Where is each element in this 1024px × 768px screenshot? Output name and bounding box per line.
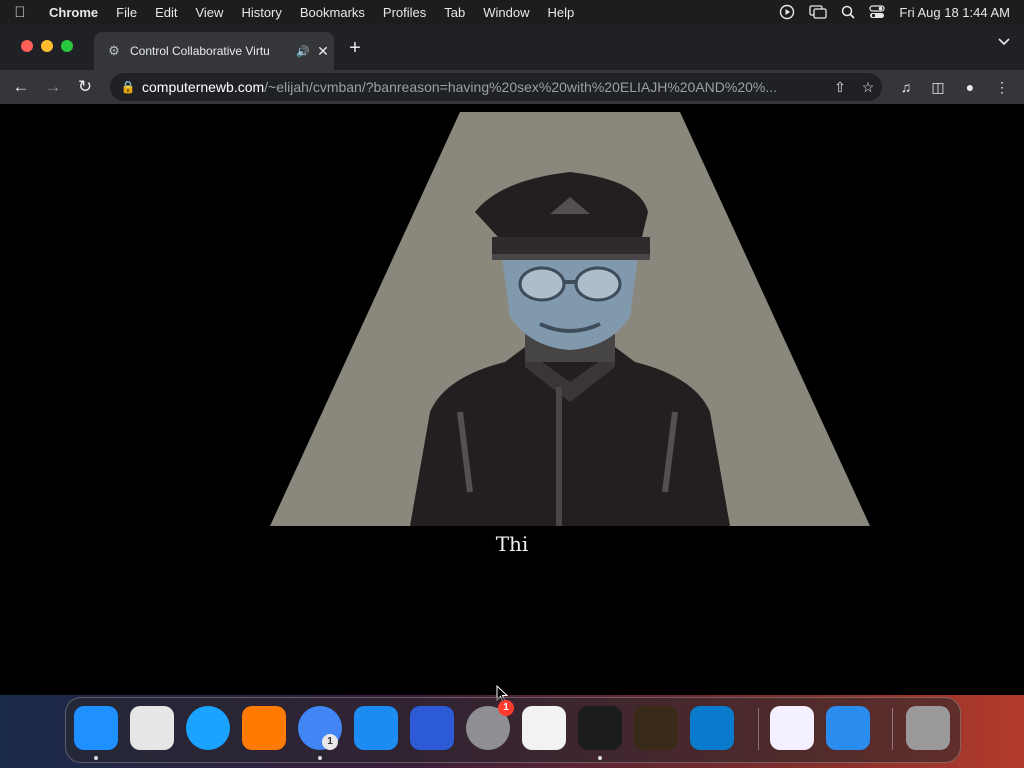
system-settings-notification-badge: 1 (498, 700, 514, 716)
vscode-icon[interactable] (690, 706, 734, 750)
chrome-menu-icon[interactable]: ⋮ (992, 77, 1012, 97)
garageband-icon[interactable] (634, 706, 678, 750)
textedit-icon[interactable] (522, 706, 566, 750)
zoom-window-button[interactable] (61, 40, 73, 52)
url-host: computernewb.com (142, 79, 265, 95)
menu-tab[interactable]: Tab (435, 5, 474, 20)
dock: 11 (65, 697, 961, 763)
menu-profiles[interactable]: Profiles (374, 5, 435, 20)
tab-close-icon[interactable]: ✕ (312, 43, 334, 60)
menu-history[interactable]: History (232, 5, 290, 20)
menu-bar-clock[interactable]: Fri Aug 18 1:44 AM (899, 5, 1010, 20)
running-app-indicator (318, 756, 322, 760)
menu-bookmarks[interactable]: Bookmarks (291, 5, 374, 20)
running-app-indicator (598, 756, 602, 760)
app-store-icon[interactable] (354, 706, 398, 750)
control-center-icon[interactable] (869, 5, 886, 19)
tab-favicon-icon: ⚙ (108, 43, 120, 58)
share-icon[interactable]: ⇧ (826, 79, 854, 96)
spotlight-search-icon[interactable] (841, 5, 855, 19)
menu-app-name[interactable]: Chrome (40, 5, 107, 20)
trash-icon[interactable] (906, 706, 950, 750)
minimize-window-button[interactable] (41, 40, 53, 52)
firefox-icon[interactable] (242, 706, 286, 750)
dock-separator (892, 708, 893, 750)
web-page-content: Thi (0, 104, 1024, 703)
menu-file[interactable]: File (107, 5, 146, 20)
menu-bar:  Chrome File Edit View History Bookmark… (0, 0, 1024, 24)
screen-record-icon[interactable] (779, 4, 795, 20)
menu-window[interactable]: Window (474, 5, 538, 20)
running-app-indicator (94, 756, 98, 760)
address-bar[interactable]: 🔒 computernewb.com/~elijah/cvmban/?banre… (110, 73, 882, 101)
dialogue-caption: Thi (495, 532, 529, 556)
weather-icon[interactable] (826, 706, 870, 750)
back-arrow-icon[interactable]: ← (10, 76, 32, 98)
safari-icon[interactable] (186, 706, 230, 750)
remote-desktop-icon[interactable] (410, 706, 454, 750)
profile-avatar-icon[interactable]: ● (960, 77, 980, 97)
close-window-button[interactable] (21, 40, 33, 52)
finder-icon[interactable] (74, 706, 118, 750)
new-tab-button[interactable]: + (344, 37, 366, 60)
terminal-icon[interactable] (578, 706, 622, 750)
apple-menu-icon[interactable]:  (0, 4, 40, 21)
screen-mirroring-icon[interactable] (809, 5, 828, 19)
tab-audio-playing-icon[interactable]: 🔊 (294, 45, 312, 58)
tab-title: Control Collaborative Virtu (130, 44, 270, 58)
reload-icon[interactable]: ↻ (74, 76, 96, 98)
menu-edit[interactable]: Edit (146, 5, 186, 20)
browser-toolbar: ← → ↻ 🔒 computernewb.com/~elijah/cvmban/… (0, 70, 1024, 104)
tab-search-chevron-icon[interactable] (998, 38, 1010, 46)
chrome-window: ⚙ Control Collaborative Virtu 🔊 ✕ + ← → … (0, 24, 1024, 703)
lock-icon[interactable]: 🔒 (120, 80, 136, 94)
launchpad-icon[interactable] (130, 706, 174, 750)
browser-tab-active[interactable]: ⚙ Control Collaborative Virtu 🔊 ✕ (94, 32, 334, 70)
url-text[interactable]: computernewb.com/~elijah/cvmban/?banreas… (142, 79, 826, 95)
dock-separator (758, 708, 759, 750)
visual-studio-icon[interactable] (770, 706, 814, 750)
bookmark-star-icon[interactable]: ☆ (854, 79, 882, 96)
chrome-notification-badge: 1 (322, 734, 338, 750)
menu-view[interactable]: View (186, 5, 232, 20)
tab-strip: ⚙ Control Collaborative Virtu 🔊 ✕ + (0, 24, 1024, 70)
url-path: /~elijah/cvmban/?banreason=having%20sex%… (264, 79, 778, 95)
menu-help[interactable]: Help (539, 5, 584, 20)
forward-arrow-icon[interactable]: → (42, 76, 64, 98)
side-panel-icon[interactable]: ◫ (928, 77, 948, 97)
media-controls-icon[interactable]: ♫ (896, 77, 916, 97)
game-scene-officer-portrait (270, 112, 870, 526)
